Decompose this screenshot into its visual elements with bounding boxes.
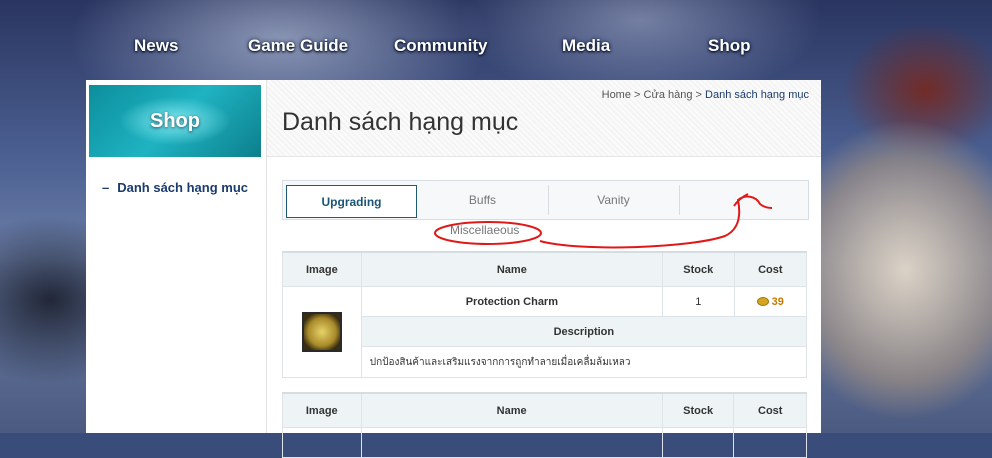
table-header-row: Image Name Stock Cost	[282, 251, 808, 287]
column-header-image: Image	[282, 392, 362, 428]
sidebar: Shop – Danh sách hạng mục	[86, 80, 267, 433]
shop-banner-label: Shop	[150, 109, 200, 132]
item-cost: 39	[771, 295, 784, 308]
item-table-2: Image Name Stock Cost	[282, 392, 807, 458]
column-header-cost: Cost	[733, 392, 807, 428]
protection-charm-image[interactable]	[301, 312, 342, 352]
item-image-cell	[282, 427, 362, 458]
item-cost-cell: 39	[733, 286, 808, 317]
content-panel: Shop – Danh sách hạng mục Home > Cửa hàng…	[86, 80, 821, 458]
column-header-description: Description	[360, 316, 808, 347]
breadcrumb: Home > Cửa hàng > Danh sách hạng mục	[602, 89, 809, 101]
item-stock-cell	[661, 427, 735, 458]
column-header-name: Name	[360, 251, 663, 287]
column-header-name: Name	[360, 392, 663, 428]
dash-icon: –	[102, 180, 110, 195]
item-name-cell	[360, 427, 663, 458]
tab-buffs[interactable]: Buffs	[417, 185, 549, 215]
breadcrumb-separator: >	[695, 89, 702, 101]
sidebar-item-category-list[interactable]: – Danh sách hạng mục	[102, 180, 248, 195]
nav-shop[interactable]: Shop	[708, 36, 751, 56]
column-header-image: Image	[282, 251, 362, 287]
table-header-row: Image Name Stock Cost	[282, 392, 807, 428]
item-cost-cell	[733, 427, 807, 458]
item-description: ปกป้องสินค้าและเสริมแรงจากการถูกทำลายเมื…	[360, 346, 808, 378]
category-tabs: Upgrading Buffs Vanity	[282, 180, 809, 220]
nav-news[interactable]: News	[134, 36, 178, 56]
description-row: ปกป้องสินค้าและเสริมแรงจากการถูกทำลายเมื…	[283, 346, 808, 378]
item-name[interactable]: Protection Charm	[360, 286, 663, 317]
table-row: Protection Charm 1 39	[282, 286, 808, 378]
top-navigation: News Game Guide Community Media Shop	[0, 0, 992, 80]
breadcrumb-separator: >	[634, 89, 641, 101]
item-stock: 1	[661, 286, 735, 317]
description-header-row: Description	[283, 316, 808, 347]
table-row	[282, 427, 807, 458]
coin-icon	[756, 297, 769, 307]
nav-game-guide[interactable]: Game Guide	[248, 36, 348, 56]
column-header-stock: Stock	[661, 392, 735, 428]
item-table: Image Name Stock Cost Protection Charm 1…	[282, 251, 808, 378]
page-title: Danh sách hạng mục	[282, 108, 519, 136]
item-image-cell	[282, 286, 362, 378]
column-header-cost: Cost	[733, 251, 808, 287]
nav-community[interactable]: Community	[394, 36, 488, 56]
tab-miscellaneous[interactable]: Miscellaeous	[450, 223, 519, 237]
tab-empty	[679, 185, 808, 215]
page-header: Home > Cửa hàng > Danh sách hạng mục Dan…	[267, 80, 821, 157]
tab-upgrading[interactable]: Upgrading	[286, 185, 417, 218]
nav-media[interactable]: Media	[562, 36, 610, 56]
column-header-stock: Stock	[661, 251, 735, 287]
sidebar-item-label: Danh sách hạng mục	[117, 180, 248, 195]
tab-vanity[interactable]: Vanity	[548, 185, 680, 215]
breadcrumb-home[interactable]: Home	[602, 89, 631, 101]
breadcrumb-shop[interactable]: Cửa hàng	[644, 89, 693, 101]
breadcrumb-current[interactable]: Danh sách hạng mục	[705, 89, 809, 101]
shop-banner: Shop	[89, 85, 261, 157]
